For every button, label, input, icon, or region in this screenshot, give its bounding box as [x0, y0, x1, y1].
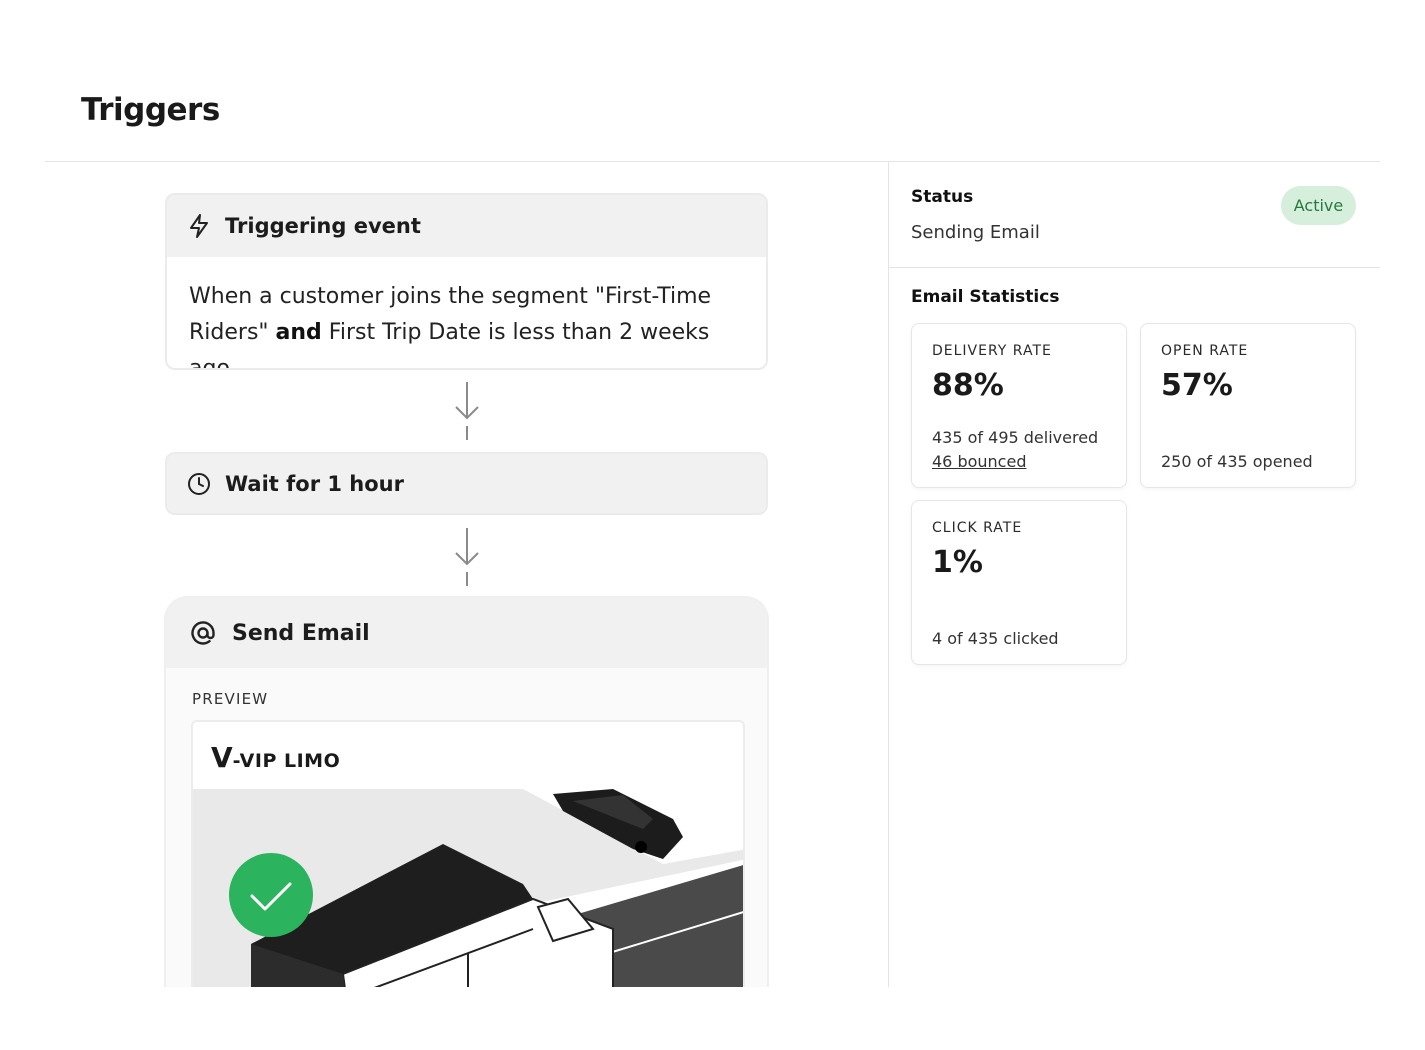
send-email-title: Send Email	[232, 620, 370, 646]
delivery-rate-value: 88%	[932, 368, 1004, 403]
clicked-count: 4 of 435 clicked	[932, 629, 1059, 648]
email-preview[interactable]: V -VIP LIMO	[191, 720, 745, 1014]
brand-logo: V -VIP LIMO	[211, 741, 341, 774]
clock-icon	[187, 472, 211, 496]
trigger-condition: When a customer joins the segment "First…	[189, 284, 712, 370]
status-divider	[889, 267, 1380, 268]
status-badge: Active	[1281, 186, 1356, 225]
flow-arrow-icon	[455, 382, 479, 440]
click-rate-value: 1%	[932, 545, 983, 580]
bounced-link[interactable]: 46 bounced	[932, 452, 1026, 471]
header-divider	[45, 161, 1380, 162]
check-circle-icon	[229, 853, 313, 937]
status-value: Sending Email	[911, 222, 1040, 243]
open-rate-value: 57%	[1161, 368, 1233, 403]
bottom-fade	[0, 987, 1425, 1050]
panel-divider	[888, 162, 889, 987]
status-label: Status	[911, 187, 974, 207]
flow-arrow-icon	[455, 528, 479, 586]
triggering-event-title: Triggering event	[225, 214, 421, 238]
lightning-icon	[187, 213, 211, 239]
wait-step-title: Wait for 1 hour	[225, 471, 404, 496]
triggering-event-card[interactable]: Triggering event When a customer joins t…	[165, 193, 768, 370]
open-rate-label: OPEN RATE	[1161, 343, 1249, 359]
opened-count: 250 of 435 opened	[1161, 452, 1313, 471]
delivery-rate-card: DELIVERY RATE 88% 435 of 495 delivered 4…	[911, 323, 1127, 488]
wait-step-card[interactable]: Wait for 1 hour	[165, 452, 768, 515]
delivery-rate-label: DELIVERY RATE	[932, 343, 1052, 359]
delivered-count: 435 of 495 delivered	[932, 428, 1099, 447]
send-email-card[interactable]: Send Email PREVIEW V -VIP LIMO	[164, 596, 769, 1016]
email-statistics-title: Email Statistics	[911, 287, 1060, 307]
click-rate-card: CLICK RATE 1% 4 of 435 clicked	[911, 500, 1127, 665]
send-email-header: Send Email	[166, 598, 767, 668]
preview-label: PREVIEW	[192, 690, 269, 708]
wait-step-header: Wait for 1 hour	[167, 454, 766, 513]
open-rate-card: OPEN RATE 57% 250 of 435 opened	[1140, 323, 1356, 488]
page-title: Triggers	[81, 92, 220, 128]
triggering-event-header: Triggering event	[167, 195, 766, 257]
at-sign-icon	[190, 620, 216, 646]
click-rate-label: CLICK RATE	[932, 520, 1023, 536]
